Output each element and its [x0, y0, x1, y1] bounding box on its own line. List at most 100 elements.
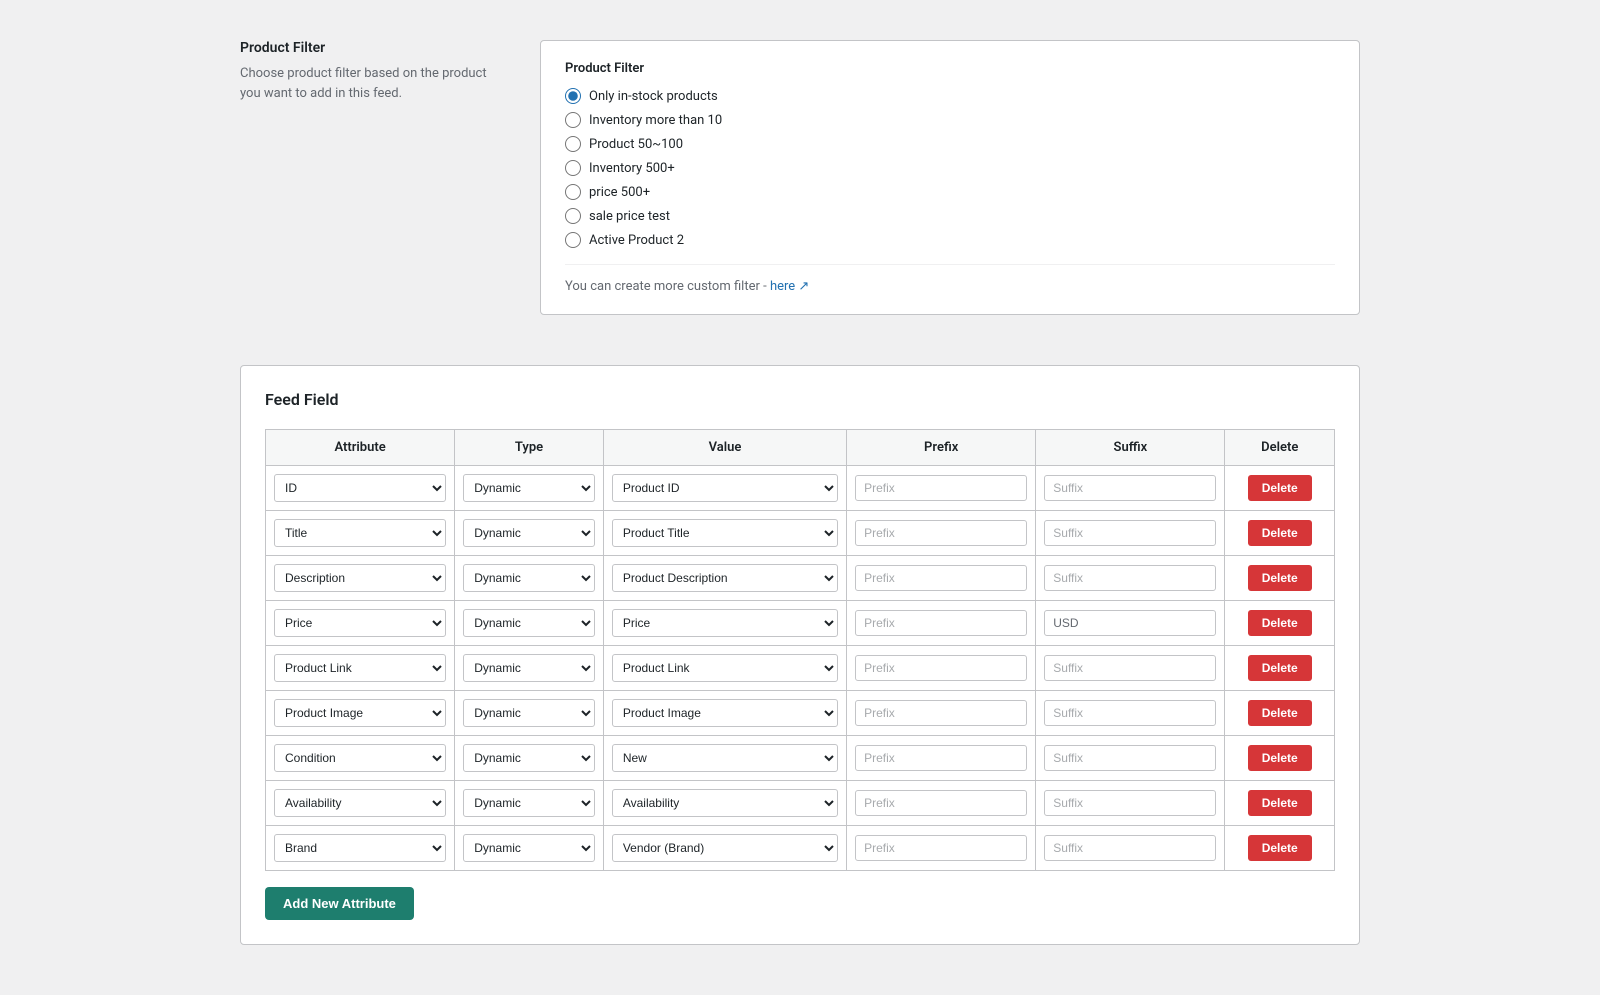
suffix-input-0[interactable]: [1044, 475, 1216, 501]
type-select-4[interactable]: Dynamic: [463, 654, 595, 682]
table-header-row: Attribute Type Value Prefix Suffix Delet…: [266, 430, 1335, 466]
radio-item-4[interactable]: price 500+: [565, 184, 1335, 200]
table-row: Title Dynamic Product Title Delete: [266, 511, 1335, 556]
value-select-2[interactable]: Product Description: [612, 564, 838, 592]
suffix-input-7[interactable]: [1044, 790, 1216, 816]
product-filter-right-title: Product Filter: [565, 61, 1335, 76]
attribute-select-0[interactable]: ID: [274, 474, 446, 502]
value-select-5[interactable]: Product Image: [612, 699, 838, 727]
radio-input-6[interactable]: [565, 232, 581, 248]
suffix-input-5[interactable]: [1044, 700, 1216, 726]
value-select-6[interactable]: New: [612, 744, 838, 772]
product-filter-left-title: Product Filter: [240, 40, 500, 56]
prefix-input-6[interactable]: [855, 745, 1027, 771]
delete-button-0[interactable]: Delete: [1248, 475, 1312, 501]
radio-label-0: Only in-stock products: [589, 89, 718, 104]
radio-item-3[interactable]: Inventory 500+: [565, 160, 1335, 176]
prefix-input-5[interactable]: [855, 700, 1027, 726]
value-select-7[interactable]: Availability: [612, 789, 838, 817]
type-select-8[interactable]: Dynamic: [463, 834, 595, 862]
radio-input-2[interactable]: [565, 136, 581, 152]
attribute-select-5[interactable]: Product Image: [274, 699, 446, 727]
attribute-select-3[interactable]: Price: [274, 609, 446, 637]
radio-input-1[interactable]: [565, 112, 581, 128]
th-type: Type: [455, 430, 604, 466]
radio-input-4[interactable]: [565, 184, 581, 200]
delete-button-4[interactable]: Delete: [1248, 655, 1312, 681]
table-row: Condition Dynamic New Delete: [266, 736, 1335, 781]
custom-filter-link[interactable]: here ↗: [770, 279, 809, 294]
value-select-4[interactable]: Product Link: [612, 654, 838, 682]
page-container: Product Filter Choose product filter bas…: [200, 0, 1400, 995]
table-row: Price Dynamic Price Delete: [266, 601, 1335, 646]
value-select-0[interactable]: Product ID: [612, 474, 838, 502]
add-new-attribute-button[interactable]: Add New Attribute: [265, 887, 414, 920]
delete-button-3[interactable]: Delete: [1248, 610, 1312, 636]
type-select-5[interactable]: Dynamic: [463, 699, 595, 727]
suffix-input-2[interactable]: [1044, 565, 1216, 591]
suffix-input-8[interactable]: [1044, 835, 1216, 861]
prefix-input-3[interactable]: [855, 610, 1027, 636]
product-filter-section: Product Filter Choose product filter bas…: [240, 20, 1360, 335]
product-filter-left-description: Choose product filter based on the produ…: [240, 64, 500, 103]
type-select-6[interactable]: Dynamic: [463, 744, 595, 772]
type-select-3[interactable]: Dynamic: [463, 609, 595, 637]
radio-label-2: Product 50~100: [589, 137, 683, 152]
prefix-input-8[interactable]: [855, 835, 1027, 861]
radio-label-6: Active Product 2: [589, 233, 684, 248]
radio-label-4: price 500+: [589, 185, 650, 200]
delete-button-7[interactable]: Delete: [1248, 790, 1312, 816]
value-select-3[interactable]: Price: [612, 609, 838, 637]
th-delete: Delete: [1225, 430, 1335, 466]
table-row: Availability Dynamic Availability Delete: [266, 781, 1335, 826]
delete-button-5[interactable]: Delete: [1248, 700, 1312, 726]
product-filter-right: Product Filter Only in-stock products Inv…: [540, 40, 1360, 315]
attribute-select-8[interactable]: Brand: [274, 834, 446, 862]
radio-item-0[interactable]: Only in-stock products: [565, 88, 1335, 104]
type-select-7[interactable]: Dynamic: [463, 789, 595, 817]
prefix-input-4[interactable]: [855, 655, 1027, 681]
suffix-input-3[interactable]: [1044, 610, 1216, 636]
delete-button-1[interactable]: Delete: [1248, 520, 1312, 546]
th-value: Value: [603, 430, 846, 466]
prefix-input-0[interactable]: [855, 475, 1027, 501]
type-select-2[interactable]: Dynamic: [463, 564, 595, 592]
feed-table-body: ID Dynamic Product ID Delete Title Dynamic Pro…: [266, 466, 1335, 871]
feed-field-title: Feed Field: [265, 390, 1335, 409]
prefix-input-1[interactable]: [855, 520, 1027, 546]
suffix-input-6[interactable]: [1044, 745, 1216, 771]
table-row: Description Dynamic Product Description Del…: [266, 556, 1335, 601]
prefix-input-7[interactable]: [855, 790, 1027, 816]
table-row: Brand Dynamic Vendor (Brand) Delete: [266, 826, 1335, 871]
table-row: ID Dynamic Product ID Delete: [266, 466, 1335, 511]
attribute-select-2[interactable]: Description: [274, 564, 446, 592]
delete-button-6[interactable]: Delete: [1248, 745, 1312, 771]
suffix-input-1[interactable]: [1044, 520, 1216, 546]
value-select-8[interactable]: Vendor (Brand): [612, 834, 838, 862]
suffix-input-4[interactable]: [1044, 655, 1216, 681]
attribute-select-4[interactable]: Product Link: [274, 654, 446, 682]
product-filter-left: Product Filter Choose product filter bas…: [240, 40, 500, 315]
custom-filter-text: You can create more custom filter -: [565, 279, 767, 294]
radio-label-1: Inventory more than 10: [589, 113, 722, 128]
attribute-select-6[interactable]: Condition: [274, 744, 446, 772]
th-prefix: Prefix: [847, 430, 1036, 466]
radio-item-2[interactable]: Product 50~100: [565, 136, 1335, 152]
type-select-1[interactable]: Dynamic: [463, 519, 595, 547]
radio-item-1[interactable]: Inventory more than 10: [565, 112, 1335, 128]
radio-item-5[interactable]: sale price test: [565, 208, 1335, 224]
prefix-input-2[interactable]: [855, 565, 1027, 591]
attribute-select-7[interactable]: Availability: [274, 789, 446, 817]
custom-filter-note: You can create more custom filter - here…: [565, 264, 1335, 294]
radio-input-0[interactable]: [565, 88, 581, 104]
radio-input-5[interactable]: [565, 208, 581, 224]
delete-button-8[interactable]: Delete: [1248, 835, 1312, 861]
radio-item-6[interactable]: Active Product 2: [565, 232, 1335, 248]
value-select-1[interactable]: Product Title: [612, 519, 838, 547]
radio-label-3: Inventory 500+: [589, 161, 675, 176]
type-select-0[interactable]: Dynamic: [463, 474, 595, 502]
radio-input-3[interactable]: [565, 160, 581, 176]
delete-button-2[interactable]: Delete: [1248, 565, 1312, 591]
attribute-select-1[interactable]: Title: [274, 519, 446, 547]
th-suffix: Suffix: [1036, 430, 1225, 466]
